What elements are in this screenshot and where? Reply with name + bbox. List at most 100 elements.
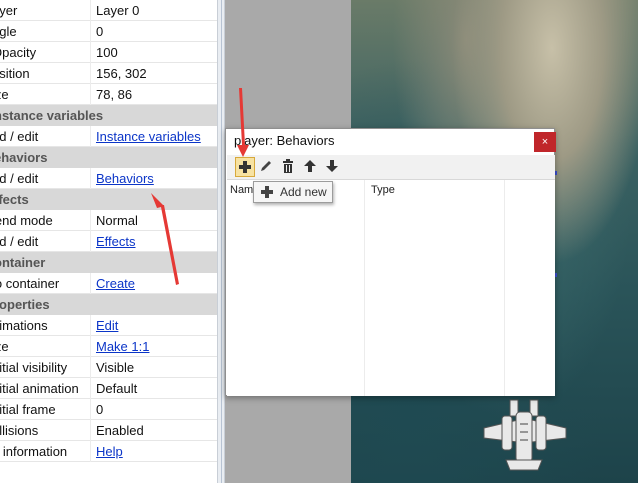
column-divider	[90, 441, 91, 462]
column-divider	[90, 357, 91, 378]
property-row-blend-mode[interactable]: lend mode Normal	[0, 210, 217, 231]
property-key: ollisions	[0, 423, 39, 438]
property-value[interactable]: 156, 302	[96, 66, 147, 81]
property-row-opacity[interactable]: Opacity 100	[0, 42, 217, 63]
splitter-line	[221, 0, 222, 483]
add-icon	[261, 186, 273, 198]
section-header-behaviors[interactable]: ehaviors	[0, 147, 217, 168]
property-key: ize	[0, 87, 9, 102]
column-divider	[90, 126, 91, 147]
section-header-label: nstance variables	[0, 108, 104, 123]
property-value[interactable]: 0	[96, 24, 103, 39]
property-row-effects[interactable]: dd / edit Effects	[0, 231, 217, 252]
property-row-initial-animation[interactable]: nitial animation Default	[0, 378, 217, 399]
property-row-initial-visibility[interactable]: nitial visibility Visible	[0, 357, 217, 378]
property-value[interactable]: Layer 0	[96, 3, 139, 18]
dialog-toolbar	[227, 155, 555, 180]
column-divider	[90, 231, 91, 252]
column-header-name[interactable]: Nam	[230, 184, 253, 196]
property-row-container[interactable]: lo container Create	[0, 273, 217, 294]
property-key: Opacity	[0, 45, 37, 60]
add-behavior-button[interactable]	[235, 157, 255, 177]
edit-animations-link[interactable]: Edit	[96, 318, 118, 333]
section-header-label: ontainer	[0, 255, 46, 270]
property-row-size-ratio[interactable]: ize Make 1:1	[0, 336, 217, 357]
instance-variables-link[interactable]: Instance variables	[96, 129, 201, 144]
dialog-title: player: Behaviors	[234, 133, 335, 148]
create-container-link[interactable]: Create	[96, 276, 135, 291]
move-up-icon	[304, 160, 316, 172]
property-value[interactable]: 0	[96, 402, 103, 417]
tooltip-label: Add new	[280, 185, 327, 199]
behaviors-link[interactable]: Behaviors	[96, 171, 154, 186]
property-key: lo container	[0, 276, 60, 291]
property-key: osition	[0, 66, 30, 81]
section-header-properties[interactable]: roperties	[0, 294, 217, 315]
property-row-angle[interactable]: ngle 0	[0, 21, 217, 42]
property-row-collisions[interactable]: ollisions Enabled	[0, 420, 217, 441]
panel-splitter[interactable]	[217, 0, 225, 483]
behaviors-dialog[interactable]: player: Behaviors × Nam Type	[225, 128, 556, 396]
add-new-tooltip: Add new	[253, 181, 333, 203]
column-divider	[90, 378, 91, 399]
column-separator[interactable]	[364, 180, 365, 396]
move-up-button[interactable]	[301, 157, 321, 177]
section-header-container[interactable]: ontainer	[0, 252, 217, 273]
column-header-type[interactable]: Type	[371, 184, 395, 196]
section-header-label: ehaviors	[0, 150, 48, 165]
delete-behavior-button[interactable]	[279, 157, 299, 177]
column-divider	[90, 399, 91, 420]
delete-icon	[283, 159, 293, 173]
move-down-button[interactable]	[323, 157, 343, 177]
column-divider	[90, 420, 91, 441]
column-divider	[90, 0, 91, 21]
property-key: lend mode	[0, 213, 53, 228]
property-key: ize	[0, 339, 9, 354]
property-key: nitial animation	[0, 381, 79, 396]
properties-panel: ayer Layer 0 ngle 0 Opacity 100 osition …	[0, 0, 217, 483]
help-link[interactable]: Help	[96, 444, 123, 459]
property-row-layer[interactable]: ayer Layer 0	[0, 0, 217, 21]
effects-link[interactable]: Effects	[96, 234, 136, 249]
property-key: dd / edit	[0, 129, 39, 144]
property-value[interactable]: Visible	[96, 360, 134, 375]
property-row-animations[interactable]: nimations Edit	[0, 315, 217, 336]
edit-behavior-button[interactable]	[257, 157, 277, 177]
property-key: nimations	[0, 318, 48, 333]
property-key: dd / edit	[0, 234, 39, 249]
column-divider	[90, 42, 91, 63]
close-button[interactable]: ×	[534, 132, 556, 152]
property-row-initial-frame[interactable]: nitial frame 0	[0, 399, 217, 420]
column-divider	[90, 273, 91, 294]
section-header-label: ffects	[0, 192, 29, 207]
edit-icon	[261, 161, 271, 171]
section-header-instance-variables[interactable]: nstance variables	[0, 105, 217, 126]
column-divider	[90, 84, 91, 105]
column-divider	[90, 336, 91, 357]
make-1-1-link[interactable]: Make 1:1	[96, 339, 149, 354]
property-row-size[interactable]: ize 78, 86	[0, 84, 217, 105]
column-divider	[90, 63, 91, 84]
column-divider	[90, 315, 91, 336]
property-key: nitial visibility	[0, 360, 68, 375]
property-key: nitial frame	[0, 402, 56, 417]
property-row-instance-variables[interactable]: dd / edit Instance variables	[0, 126, 217, 147]
property-value[interactable]: Default	[96, 381, 137, 396]
property-value[interactable]: Enabled	[96, 423, 144, 438]
column-divider	[90, 21, 91, 42]
property-key: ayer	[0, 3, 18, 18]
column-divider	[90, 210, 91, 231]
property-value[interactable]: 100	[96, 45, 118, 60]
add-icon	[239, 161, 251, 173]
property-value[interactable]: 78, 86	[96, 87, 132, 102]
property-value[interactable]: Normal	[96, 213, 138, 228]
column-separator[interactable]	[504, 180, 505, 396]
property-key: ngle	[0, 24, 17, 39]
section-header-effects[interactable]: ffects	[0, 189, 217, 210]
property-row-position[interactable]: osition 156, 302	[0, 63, 217, 84]
property-row-more-information[interactable]: e information Help	[0, 441, 217, 462]
player-sprite-icon[interactable]	[480, 398, 570, 473]
property-row-behaviors[interactable]: dd / edit Behaviors	[0, 168, 217, 189]
behaviors-list[interactable]: Nam Type	[227, 180, 555, 396]
column-divider	[90, 168, 91, 189]
